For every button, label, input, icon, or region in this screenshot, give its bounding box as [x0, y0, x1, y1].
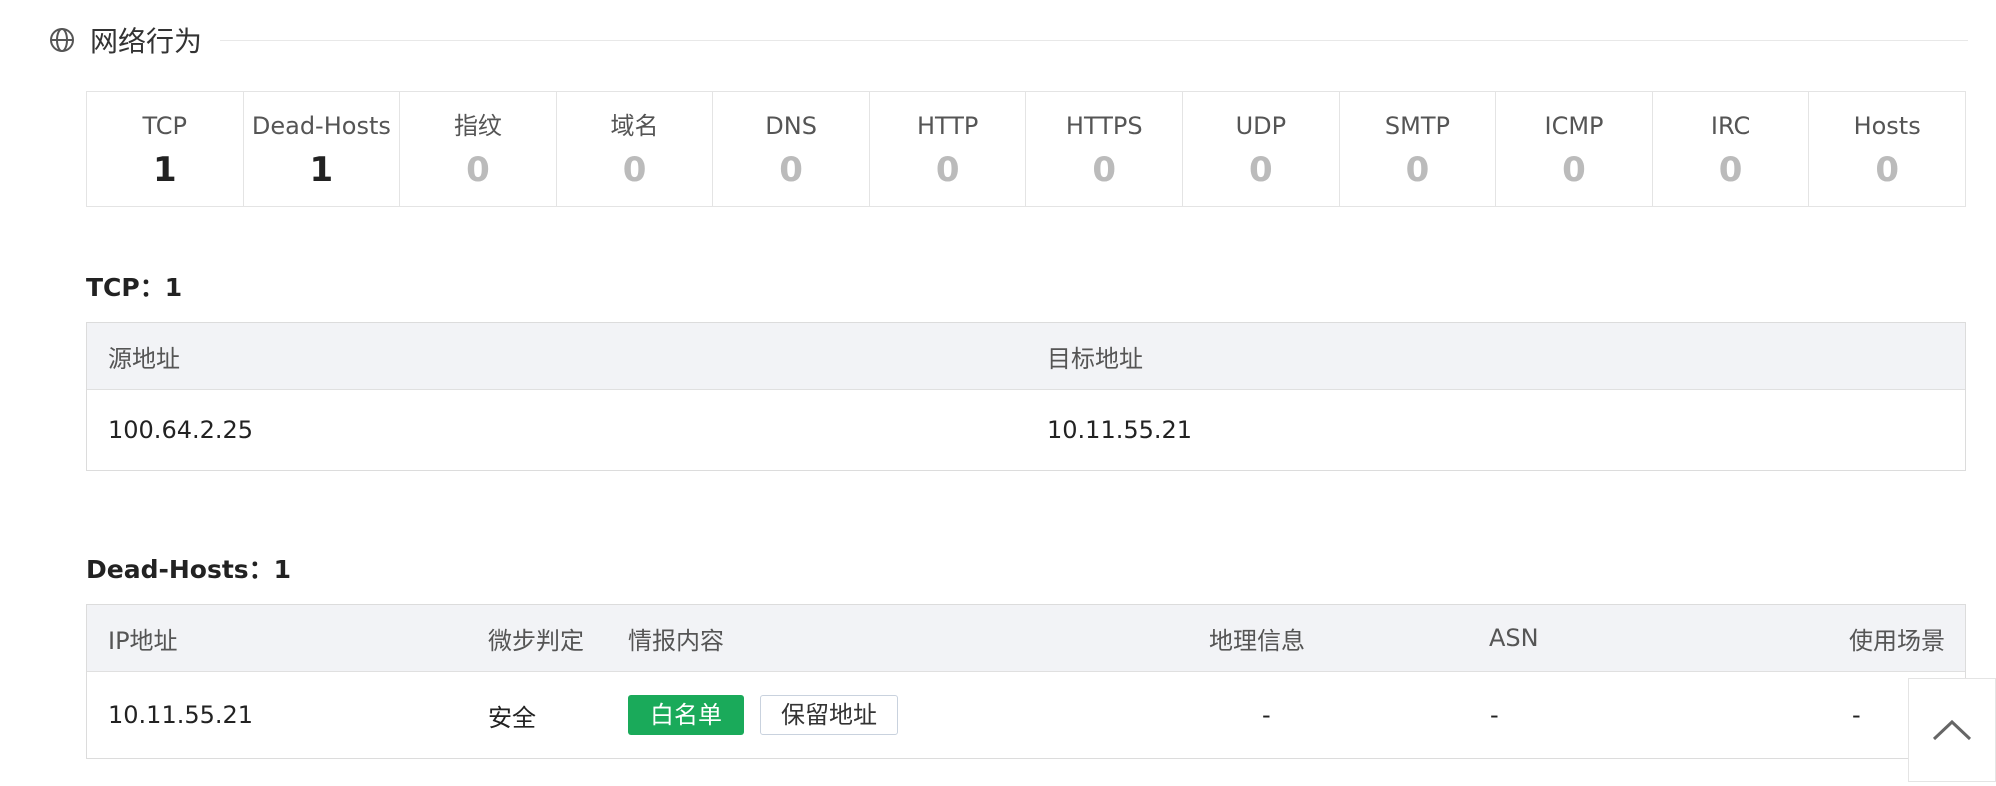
stat-value: 1	[309, 150, 334, 190]
cell-destination-address: 10.11.55.21	[1047, 416, 1193, 444]
stat-value: 0	[1718, 150, 1743, 190]
column-header-source: 源地址	[108, 344, 180, 373]
table-row: 10.11.55.21 安全 白名单 保留地址 - - -	[87, 672, 1965, 758]
cell-asn: -	[1490, 701, 1499, 729]
back-to-top-button[interactable]	[1908, 678, 1996, 782]
stat-dns[interactable]: DNS 0	[713, 92, 870, 206]
column-header-ip: IP地址	[108, 626, 178, 655]
stat-udp[interactable]: UDP 0	[1183, 92, 1340, 206]
whitelist-tag: 白名单	[628, 695, 744, 735]
stat-label: SMTP	[1384, 112, 1450, 140]
cell-geo: -	[1262, 701, 1271, 729]
stat-hosts[interactable]: Hosts 0	[1809, 92, 1965, 206]
column-header-usage: 使用场景	[1849, 626, 1945, 655]
stat-value: 0	[1562, 150, 1586, 190]
cell-source-address: 100.64.2.25	[108, 416, 254, 444]
cell-usage: -	[1852, 701, 1861, 729]
column-header-asn: ASN	[1489, 624, 1539, 652]
section-divider	[220, 39, 1968, 41]
stat-label: DNS	[765, 112, 817, 140]
stat-value: 0	[1092, 150, 1117, 190]
stat-value: 0	[466, 150, 490, 190]
stat-label: Hosts	[1853, 112, 1921, 140]
tcp-title: TCP：1	[86, 273, 183, 302]
stat-label: HTTPS	[1065, 112, 1143, 140]
stat-value: 1	[152, 150, 177, 190]
cell-ip: 10.11.55.21	[108, 701, 254, 729]
stat-label: TCP	[142, 112, 188, 140]
table-header: IP地址 微步判定 情报内容 地理信息 ASN 使用场景	[87, 605, 1965, 672]
column-header-intel: 情报内容	[628, 626, 724, 655]
behavior-stats: TCP 1 Dead-Hosts 1 指纹 0 域名 0 DNS 0 HTTP …	[86, 91, 1966, 207]
table-header: 源地址 目标地址	[87, 323, 1965, 390]
stat-label: IRC	[1710, 112, 1751, 140]
chevron-up-icon	[1932, 719, 1972, 741]
stat-value: 0	[1249, 150, 1273, 190]
table-row: 100.64.2.25 10.11.55.21	[87, 390, 1965, 470]
globe-icon	[50, 28, 74, 52]
stat-value: 0	[622, 150, 647, 190]
section-header: 网络行为	[48, 20, 1968, 60]
dead-hosts-table: IP地址 微步判定 情报内容 地理信息 ASN 使用场景 10.11.55.21…	[86, 604, 1966, 759]
stat-smtp[interactable]: SMTP 0	[1340, 92, 1497, 206]
stat-irc[interactable]: IRC 0	[1653, 92, 1810, 206]
stat-label: 指纹	[453, 112, 502, 140]
stat-dead-hosts[interactable]: Dead-Hosts 1	[244, 92, 401, 206]
column-header-verdict: 微步判定	[488, 626, 584, 655]
section-title: 网络行为	[90, 25, 203, 58]
stat-icmp[interactable]: ICMP 0	[1496, 92, 1653, 206]
stat-https[interactable]: HTTPS 0	[1026, 92, 1184, 206]
cell-intel-tags: 白名单 保留地址	[628, 672, 898, 758]
stat-value: 0	[779, 150, 803, 190]
stat-label: HTTP	[916, 112, 979, 140]
stat-value: 0	[1405, 150, 1430, 190]
stat-label: ICMP	[1544, 112, 1604, 140]
stat-value: 0	[1875, 150, 1899, 190]
stat-label: 域名	[610, 112, 659, 140]
column-header-destination: 目标地址	[1047, 344, 1143, 373]
dead-hosts-title: Dead-Hosts：1	[86, 555, 292, 584]
stat-value: 0	[935, 150, 960, 190]
column-header-geo: 地理信息	[1209, 626, 1305, 655]
reserved-address-tag: 保留地址	[760, 695, 898, 735]
verdict-safe-label: 安全	[488, 703, 536, 732]
tcp-table: 源地址 目标地址 100.64.2.25 10.11.55.21	[86, 322, 1966, 471]
stat-domain[interactable]: 域名 0	[557, 92, 714, 206]
stat-tcp[interactable]: TCP 1	[87, 92, 244, 206]
stat-http[interactable]: HTTP 0	[870, 92, 1027, 206]
stat-fingerprint[interactable]: 指纹 0	[400, 92, 557, 206]
stat-label: Dead-Hosts	[251, 112, 391, 140]
stat-label: UDP	[1235, 112, 1287, 140]
